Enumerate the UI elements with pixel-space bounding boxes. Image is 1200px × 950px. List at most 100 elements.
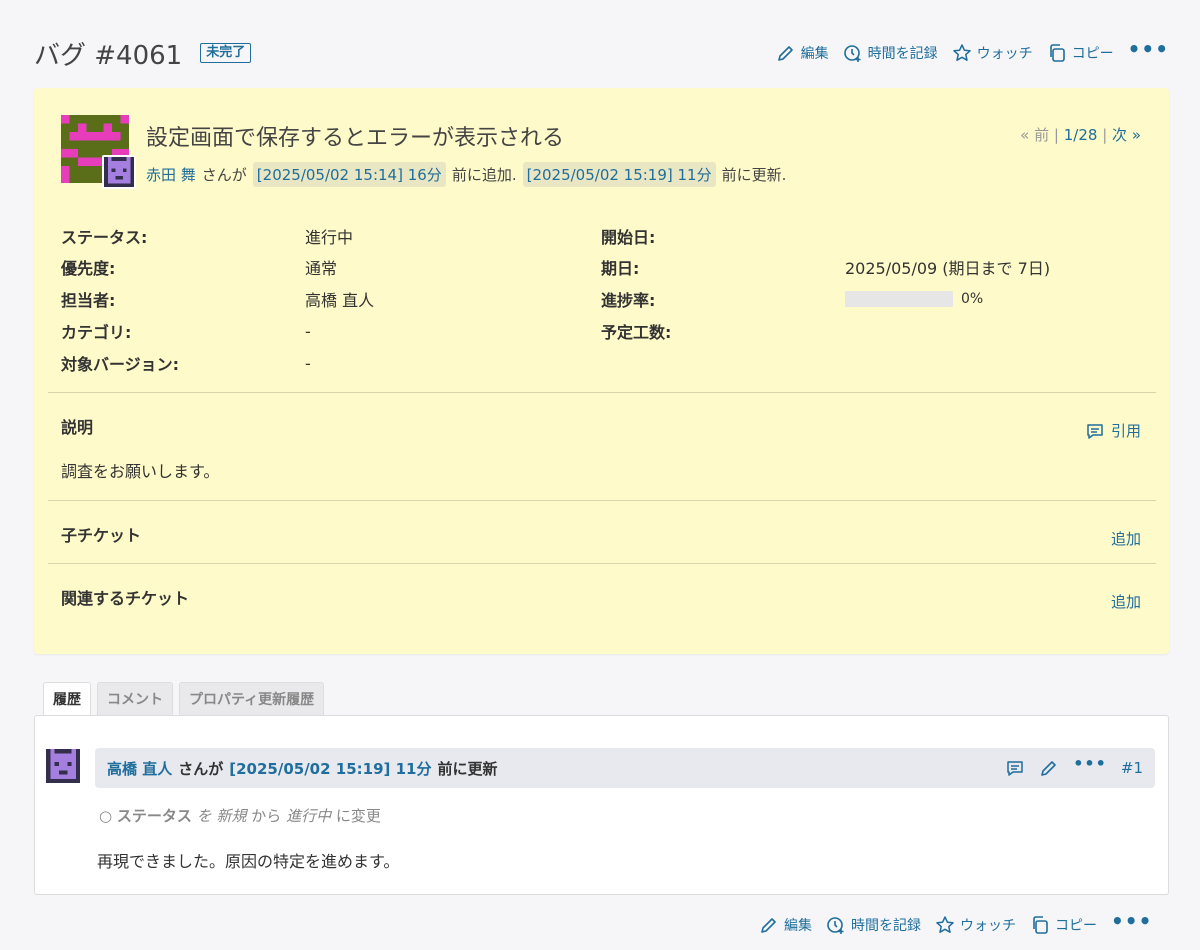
detail-end: に変更 bbox=[335, 807, 381, 825]
log-time-label: 時間を記録 bbox=[851, 918, 921, 934]
issue-subject: 設定画面で保存するとエラーが表示される bbox=[146, 126, 565, 151]
log-time-label: 時間を記録 bbox=[867, 46, 938, 62]
issue-header: バグ #4061 未完了 編集 時間を記録 ウォッチ コピー ••• bbox=[34, 30, 1169, 76]
due-date-value: 2025/05/09 (期日まで 7日) bbox=[845, 259, 1051, 278]
tab-property-changes[interactable]: プロパティ更新履歴 bbox=[179, 682, 325, 716]
progress-bar bbox=[845, 291, 953, 307]
edit-label: 編集 bbox=[784, 918, 812, 934]
status-value: 進行中 bbox=[305, 228, 354, 247]
edit-label: 編集 bbox=[800, 46, 829, 62]
category-value: - bbox=[305, 321, 311, 341]
add-relation-link[interactable]: 追加 bbox=[1111, 591, 1141, 612]
detail-wo: を bbox=[196, 807, 212, 825]
progress-label: 進捗率: bbox=[601, 291, 656, 310]
updated-time-link[interactable]: [2025/05/02 15:19] 11分 bbox=[522, 162, 716, 187]
top-actions: 編集 時間を記録 ウォッチ コピー ••• bbox=[776, 39, 1169, 63]
category-label: カテゴリ: bbox=[61, 323, 132, 342]
detail-kara: から bbox=[251, 807, 282, 825]
status-badge: 未完了 bbox=[200, 43, 252, 63]
detail-old: 新規 bbox=[216, 807, 247, 825]
progress-text: 0% bbox=[961, 291, 984, 307]
relations-title: 関連するチケット bbox=[61, 589, 190, 608]
journal-suffix: 前に更新 bbox=[437, 759, 498, 778]
quote-icon[interactable] bbox=[1005, 758, 1025, 778]
edit-button[interactable]: 編集 bbox=[776, 43, 829, 63]
star-icon bbox=[936, 916, 954, 933]
description-title: 説明 bbox=[61, 418, 94, 437]
journal-number-link[interactable]: #1 bbox=[1121, 759, 1143, 777]
copy-label: コピー bbox=[1055, 918, 1097, 934]
journal-note: 再現できました。原因の特定を進めます。 bbox=[97, 852, 400, 871]
tab-history[interactable]: 履歴 bbox=[43, 682, 91, 716]
due-date-label: 期日: bbox=[601, 259, 640, 278]
journal-time-link[interactable]: [2025/05/02 15:19] 11分 bbox=[229, 758, 431, 779]
author-link[interactable]: 赤田 舞 bbox=[146, 164, 196, 185]
comment-icon bbox=[1087, 423, 1103, 439]
pencil-icon[interactable] bbox=[1039, 758, 1059, 778]
nav-separator: | bbox=[1053, 126, 1059, 144]
divider bbox=[48, 392, 1156, 393]
issue-box: 設定画面で保存するとエラーが表示される « 前 | 1/28 | 次 » 赤田 … bbox=[34, 88, 1169, 654]
log-time-button[interactable]: 時間を記録 bbox=[826, 915, 921, 935]
nav-separator: | bbox=[1102, 126, 1108, 144]
copy-label: コピー bbox=[1071, 46, 1114, 62]
quote-button[interactable]: 引用 bbox=[1085, 420, 1141, 441]
add-subtask-link[interactable]: 追加 bbox=[1111, 528, 1141, 549]
log-time-button[interactable]: 時間を記録 bbox=[843, 43, 938, 63]
version-label: 対象バージョン: bbox=[61, 355, 180, 374]
detail-field: ステータス bbox=[116, 807, 192, 825]
assignee-link[interactable]: 高橋 直人 bbox=[305, 287, 374, 311]
prev-link[interactable]: « 前 bbox=[1020, 126, 1049, 144]
journal-user-avatar[interactable] bbox=[46, 749, 80, 783]
by-text: さんが bbox=[201, 166, 247, 184]
journal-by-text: さんが bbox=[178, 759, 224, 778]
journal-panel: 高橋 直人 さんが [2025/05/02 15:19] 11分 前に更新 ••… bbox=[34, 715, 1169, 895]
subtasks-title: 子チケット bbox=[61, 526, 142, 545]
version-value: - bbox=[305, 353, 311, 373]
tab-comments[interactable]: コメント bbox=[97, 682, 173, 716]
bottom-actions: 編集 時間を記録 ウォッチ コピー ••• bbox=[759, 911, 1152, 935]
clock-plus-icon bbox=[843, 45, 861, 62]
copy-button[interactable]: コピー bbox=[1047, 43, 1114, 63]
description-text: 調査をお願いします。 bbox=[61, 462, 220, 481]
created-time-link[interactable]: [2025/05/02 15:14] 16分 bbox=[252, 162, 446, 187]
estimated-label: 予定工数: bbox=[601, 323, 672, 342]
journal-detail: ○ ステータス を 新規 から 進行中 に変更 bbox=[99, 805, 381, 826]
next-link[interactable]: 次 » bbox=[1112, 126, 1141, 144]
star-icon bbox=[952, 44, 971, 61]
journal-more-icon[interactable]: ••• bbox=[1073, 756, 1107, 777]
watch-label: ウォッチ bbox=[960, 918, 1016, 934]
copy-icon bbox=[1033, 916, 1048, 934]
copy-button[interactable]: コピー bbox=[1030, 915, 1097, 935]
position-link[interactable]: 1/28 bbox=[1064, 126, 1098, 144]
pencil-icon bbox=[761, 918, 776, 933]
updated-suffix: 前に更新. bbox=[721, 166, 787, 184]
pencil-icon bbox=[777, 46, 793, 61]
assignee-avatar[interactable] bbox=[102, 155, 136, 189]
priority-label: 優先度: bbox=[61, 259, 116, 278]
issue-nav: « 前 | 1/28 | 次 » bbox=[1020, 124, 1141, 145]
assignee-label: 担当者: bbox=[61, 291, 116, 310]
detail-new: 進行中 bbox=[286, 807, 332, 825]
watch-button[interactable]: ウォッチ bbox=[952, 43, 1033, 63]
created-suffix: 前に追加. bbox=[451, 166, 517, 184]
clock-plus-icon bbox=[827, 917, 844, 934]
status-label: ステータス: bbox=[61, 228, 148, 247]
journal-header: 高橋 直人 さんが [2025/05/02 15:19] 11分 前に更新 ••… bbox=[95, 748, 1155, 788]
edit-button[interactable]: 編集 bbox=[759, 915, 812, 935]
more-icon[interactable]: ••• bbox=[1111, 911, 1152, 934]
page-title: バグ #4061 bbox=[34, 40, 183, 71]
divider bbox=[48, 563, 1156, 564]
watch-label: ウォッチ bbox=[976, 46, 1033, 62]
divider bbox=[48, 500, 1156, 501]
quote-label: 引用 bbox=[1110, 422, 1141, 440]
bullet-icon: ○ bbox=[99, 807, 113, 825]
copy-icon bbox=[1049, 44, 1065, 62]
issue-meta: 赤田 舞 さんが [2025/05/02 15:14] 16分 前に追加. [2… bbox=[146, 162, 786, 187]
journal-user-link[interactable]: 高橋 直人 bbox=[107, 758, 172, 779]
more-icon[interactable]: ••• bbox=[1128, 39, 1169, 62]
title-wrap: バグ #4061 未完了 bbox=[34, 35, 252, 72]
start-date-label: 開始日: bbox=[601, 228, 656, 247]
history-tabs: 履歴 コメント プロパティ更新履歴 bbox=[43, 682, 325, 716]
watch-button[interactable]: ウォッチ bbox=[935, 915, 1016, 935]
